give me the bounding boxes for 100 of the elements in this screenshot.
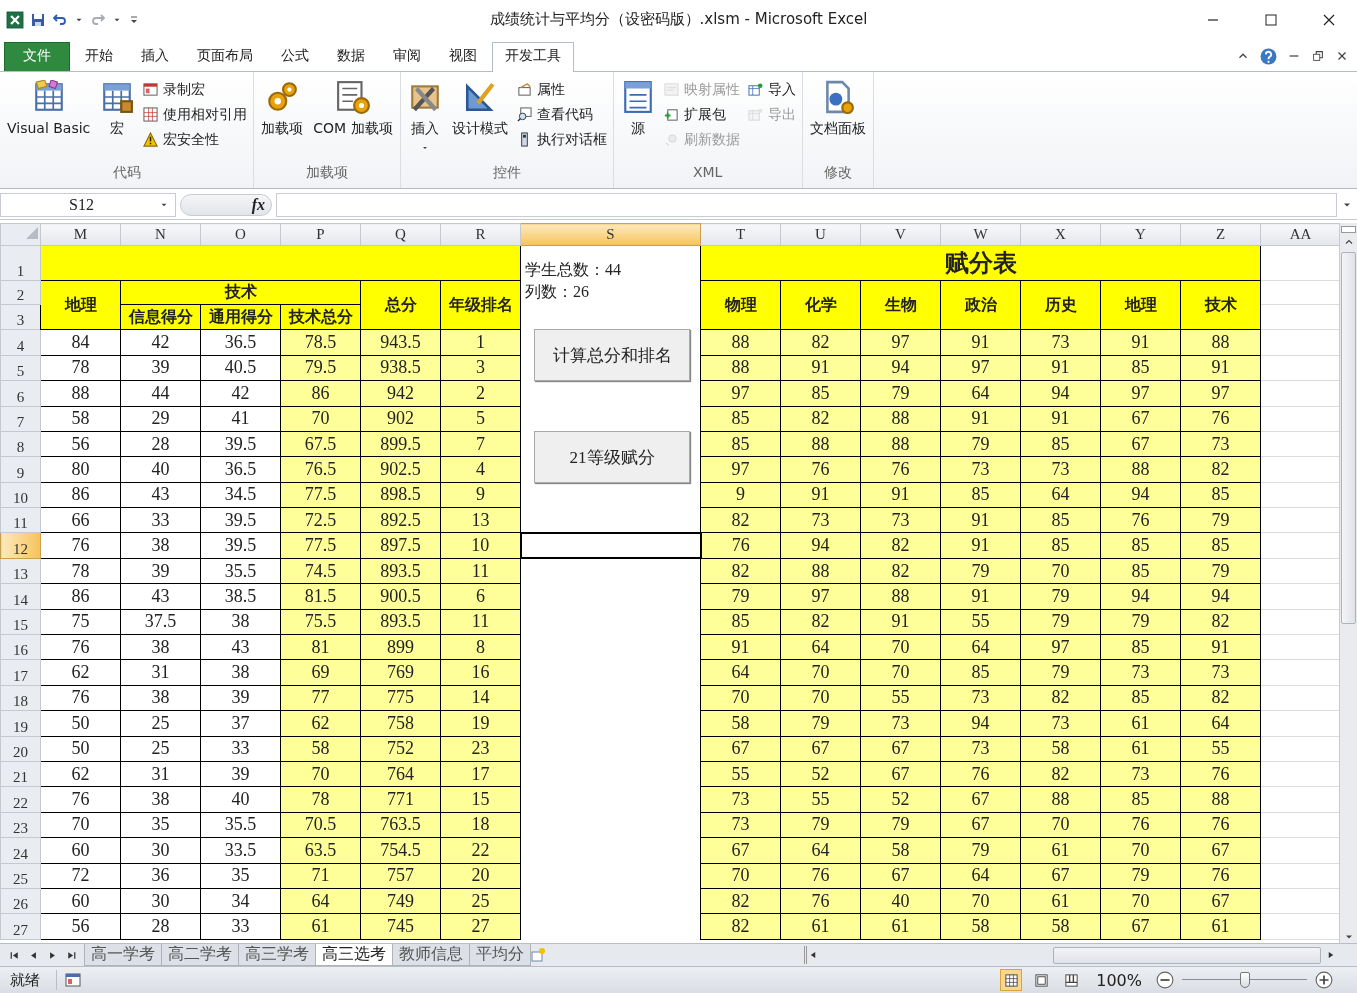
- ribbon-tab[interactable]: 视图: [436, 41, 490, 71]
- zoom-in-icon[interactable]: [1315, 971, 1333, 990]
- sheet-tab[interactable]: 平均分: [469, 944, 531, 967]
- row-header[interactable]: 16: [0, 634, 41, 660]
- undo-icon[interactable]: [52, 11, 68, 28]
- ribbon-button[interactable]: 导入: [745, 79, 798, 100]
- row-header[interactable]: 26: [0, 888, 41, 914]
- row-header[interactable]: 21: [0, 761, 41, 787]
- column-header[interactable]: Q: [360, 223, 441, 246]
- row-header[interactable]: 8: [0, 431, 41, 457]
- spreadsheet-logo-icon[interactable]: [6, 10, 24, 29]
- ribbon-button[interactable]: 查看代码: [514, 104, 609, 125]
- row-header[interactable]: 6: [0, 380, 41, 406]
- sheet-tab[interactable]: 高二学考: [161, 944, 239, 967]
- selected-cell[interactable]: [520, 532, 701, 559]
- column-header[interactable]: M: [40, 223, 121, 246]
- row-header[interactable]: 19: [0, 710, 41, 737]
- column-header[interactable]: V: [860, 223, 941, 246]
- column-header[interactable]: R: [440, 223, 521, 246]
- restore-icon[interactable]: [1311, 49, 1325, 64]
- ribbon-button[interactable]: 属性: [514, 79, 609, 100]
- column-header[interactable]: W: [940, 223, 1021, 246]
- ribbon-tab[interactable]: 插入: [128, 41, 182, 71]
- help-icon[interactable]: [1260, 47, 1277, 65]
- ribbon-button[interactable]: 加载项: [258, 77, 307, 140]
- column-header[interactable]: U: [780, 223, 861, 246]
- ribbon-button[interactable]: 宏安全性: [141, 129, 250, 150]
- sheet-tab[interactable]: 高一学考: [84, 944, 162, 967]
- table-cell: 50: [40, 710, 121, 737]
- ribbon-button[interactable]: 执行对话框: [514, 129, 609, 150]
- row-header[interactable]: 10: [0, 482, 41, 508]
- column-header[interactable]: X: [1020, 223, 1101, 246]
- ribbon-button[interactable]: 文档面板: [806, 77, 869, 140]
- view-button[interactable]: [1000, 969, 1023, 992]
- column-header[interactable]: T: [700, 223, 781, 246]
- zoom-level[interactable]: 100%: [1096, 970, 1142, 990]
- macro-record-icon[interactable]: [65, 972, 81, 989]
- row-header[interactable]: 15: [0, 609, 41, 635]
- ribbon-button[interactable]: 宏: [97, 77, 138, 140]
- formula-field[interactable]: [276, 193, 1337, 218]
- column-header[interactable]: N: [120, 223, 201, 246]
- row-header[interactable]: 14: [0, 583, 41, 610]
- ribbon-tab[interactable]: 审阅: [380, 41, 434, 71]
- macro-button[interactable]: 计算总分和排名: [534, 329, 690, 382]
- function-button[interactable]: fx: [180, 194, 272, 217]
- ribbon-tab[interactable]: 文件: [4, 41, 70, 71]
- row-header[interactable]: 27: [0, 913, 41, 940]
- ribbon-button[interactable]: 插入: [404, 77, 445, 154]
- split-box[interactable]: [1341, 226, 1356, 234]
- row-header[interactable]: 4: [0, 329, 41, 356]
- sheet-tab[interactable]: 高三学考: [238, 944, 316, 967]
- ribbon-button[interactable]: 扩展包: [661, 104, 742, 125]
- vertical-scrollbar[interactable]: [1339, 223, 1357, 944]
- ribbon-tab[interactable]: 开发工具: [492, 41, 574, 72]
- ribbon-button[interactable]: 使用相对引用: [141, 104, 250, 125]
- name-box[interactable]: S12: [0, 193, 176, 218]
- zoom-slider[interactable]: [1182, 972, 1307, 989]
- row-header[interactable]: 17: [0, 659, 41, 686]
- row-header[interactable]: 13: [0, 558, 41, 584]
- ribbon-button[interactable]: 录制宏: [141, 79, 250, 100]
- row-header[interactable]: 2: [0, 280, 41, 305]
- ribbon-button[interactable]: 设计模式: [448, 77, 511, 140]
- row-header[interactable]: 20: [0, 736, 41, 762]
- ribbon-tab[interactable]: 公式: [268, 41, 322, 71]
- column-header[interactable]: Y: [1100, 223, 1181, 246]
- ribbon-tab[interactable]: 数据: [324, 41, 378, 71]
- row-header[interactable]: 11: [0, 507, 41, 533]
- ribbon-button[interactable]: Visual Basic: [4, 77, 94, 138]
- table-cell: 61: [1100, 736, 1181, 762]
- row-header[interactable]: 7: [0, 406, 41, 432]
- macro-button[interactable]: 21等级赋分: [534, 431, 690, 484]
- row-header[interactable]: 3: [0, 304, 41, 330]
- row-header[interactable]: 23: [0, 812, 41, 838]
- row-header[interactable]: 24: [0, 837, 41, 864]
- row-header[interactable]: 18: [0, 685, 41, 711]
- column-header[interactable]: Z: [1180, 223, 1261, 246]
- maximize-icon[interactable]: [1263, 11, 1279, 28]
- sheet-tab[interactable]: 教师信息: [392, 944, 470, 967]
- row-header[interactable]: 25: [0, 863, 41, 889]
- ribbon-button[interactable]: 源: [617, 77, 658, 140]
- table-cell: 85: [700, 431, 781, 457]
- ribbon-button[interactable]: COM 加载项: [310, 77, 396, 140]
- column-header[interactable]: P: [280, 223, 361, 246]
- row-header[interactable]: 1: [0, 245, 41, 281]
- save-icon[interactable]: [30, 11, 46, 28]
- slider-thumb[interactable]: [1239, 972, 1250, 989]
- column-header[interactable]: O: [200, 223, 281, 246]
- row-header[interactable]: 9: [0, 456, 41, 483]
- column-heading: 技术: [1180, 280, 1261, 330]
- ribbon-tab[interactable]: 页面布局: [184, 41, 266, 71]
- zoom-out-icon[interactable]: [1156, 971, 1174, 990]
- table-cell: 43: [120, 482, 201, 508]
- row-header[interactable]: 22: [0, 786, 41, 813]
- ribbon-tab[interactable]: 开始: [72, 41, 126, 71]
- customize-icon[interactable]: [128, 13, 140, 26]
- row-header[interactable]: 12: [0, 532, 41, 559]
- sheet-tab[interactable]: 高三选考: [315, 944, 393, 967]
- column-header[interactable]: S: [520, 223, 701, 246]
- column-header[interactable]: AA: [1260, 223, 1339, 246]
- row-header[interactable]: 5: [0, 355, 41, 381]
